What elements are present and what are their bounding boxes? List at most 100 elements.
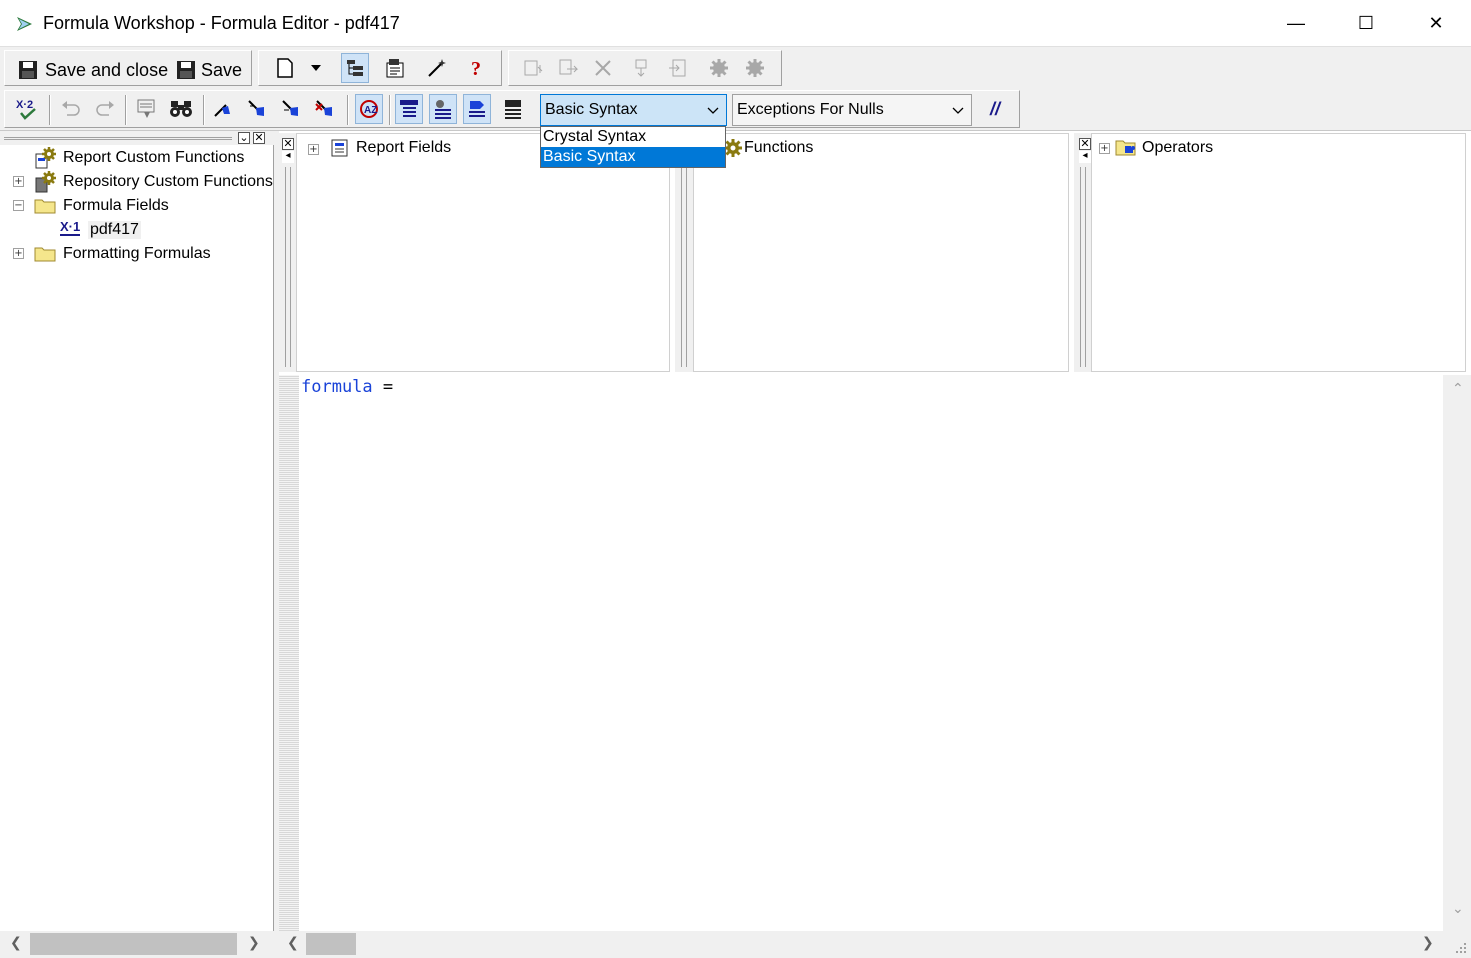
formula-operator: = <box>372 377 394 397</box>
toggle-tree-button[interactable] <box>341 53 369 83</box>
gear-extract-icon <box>746 59 764 77</box>
clear-bookmarks-button[interactable] <box>311 94 339 124</box>
disconnect-button[interactable] <box>664 53 692 83</box>
toggle-functions-tree-button[interactable] <box>429 94 457 124</box>
fields-collapse-button[interactable]: ◂ <box>282 151 294 163</box>
previous-bookmark-button[interactable] <box>277 94 305 124</box>
tree-item-formula-fields[interactable]: − Formula Fields <box>0 194 274 218</box>
tree-item-label: Formatting Formulas <box>63 245 211 262</box>
undo-icon <box>62 101 80 116</box>
custom-function-button[interactable] <box>705 53 733 83</box>
scroll-left-arrow[interactable]: ❮ <box>287 935 299 951</box>
tree-close-button[interactable]: ✕ <box>253 132 265 144</box>
browse-data-icon <box>137 99 155 118</box>
check-button[interactable]: X·2 <box>13 94 41 124</box>
help-button[interactable]: ? <box>463 53 491 83</box>
svg-text:?: ? <box>471 58 481 79</box>
tree-item-label: Formula Fields <box>63 197 169 214</box>
delete-button[interactable] <box>589 53 617 83</box>
expand-toggle[interactable]: + <box>1099 143 1110 154</box>
find-button[interactable] <box>167 94 195 124</box>
minimize-button[interactable]: — <box>1261 0 1331 47</box>
expert-button[interactable] <box>423 53 451 83</box>
properties-icon <box>386 59 404 78</box>
properties-button[interactable] <box>381 53 409 83</box>
syntax-combo[interactable]: Basic Syntax <box>540 94 727 126</box>
extract-function-button[interactable] <box>741 53 769 83</box>
gear-report-icon <box>35 147 56 169</box>
operators-folder-icon <box>1115 140 1136 156</box>
tree-item-repository-custom-functions[interactable]: + Repository Custom Functions <box>0 170 274 194</box>
add-to-repository-button[interactable] <box>629 53 657 83</box>
tree-item-pdf417[interactable]: X·1 pdf417 <box>0 218 274 242</box>
scroll-right-arrow[interactable]: ❯ <box>248 935 260 951</box>
scroll-down-arrow[interactable]: ⌄ <box>1452 901 1464 917</box>
check-formula-icon: X·2 <box>16 99 36 120</box>
report-fields-label[interactable]: Report Fields <box>356 139 451 157</box>
workshop-tree-pane: ⌄ ✕ Report Custom Functions + Repository… <box>0 131 274 958</box>
tree-icon <box>347 60 363 76</box>
new-dropdown-button[interactable] <box>307 53 325 83</box>
toolbar-disabled-group <box>508 50 782 86</box>
separator <box>203 95 205 125</box>
comment-button[interactable]: // <box>981 94 1009 124</box>
scroll-left-arrow[interactable]: ❮ <box>10 935 22 951</box>
fields-close-button[interactable]: ✕ <box>282 138 294 150</box>
formula-text[interactable]: formula = <box>301 377 393 397</box>
scroll-right-arrow[interactable]: ❯ <box>1422 935 1434 951</box>
scroll-thumb[interactable] <box>30 933 237 955</box>
clear-bookmarks-icon <box>315 100 332 116</box>
scroll-up-arrow[interactable]: ⌃ <box>1452 381 1464 397</box>
operators-label[interactable]: Operators <box>1142 139 1213 157</box>
next-bookmark-button[interactable] <box>243 94 271 124</box>
toggle-fields-tree-button[interactable] <box>395 94 423 124</box>
undo-button[interactable] <box>57 94 85 124</box>
syntax-option-crystal[interactable]: Crystal Syntax <box>541 127 725 147</box>
dropdown-arrow-icon <box>311 65 321 71</box>
browse-data-button[interactable] <box>133 94 161 124</box>
functions-browser-strip <box>675 133 693 372</box>
tree-item-formatting-formulas[interactable]: + Formatting Formulas <box>0 242 274 266</box>
new-button[interactable] <box>271 53 299 83</box>
grip-bar <box>1080 167 1086 367</box>
save-button[interactable]: Save <box>201 60 242 81</box>
operators-close-button[interactable]: ✕ <box>1079 138 1091 150</box>
help-icon: ? <box>471 58 481 79</box>
toggle-editor-button[interactable] <box>499 94 527 124</box>
formula-icon: X·1 <box>60 219 81 236</box>
rename-icon <box>524 60 543 76</box>
operators-collapse-button[interactable]: ◂ <box>1079 151 1091 163</box>
repository-remove-icon <box>669 59 686 77</box>
pin-button[interactable]: ⌄ <box>238 132 250 144</box>
redo-button[interactable] <box>91 94 119 124</box>
collapse-toggle[interactable]: − <box>13 200 24 211</box>
fields-browser-strip: ✕ ◂ <box>279 133 297 372</box>
expand-toggle[interactable]: + <box>308 144 319 155</box>
toolbar-new-group: ? <box>258 50 502 86</box>
rename-button[interactable] <box>519 53 547 83</box>
gear-icon <box>710 59 728 77</box>
syntax-option-basic[interactable]: Basic Syntax <box>541 147 725 167</box>
toggle-operators-tree-button[interactable] <box>463 94 491 124</box>
expand-toggle[interactable]: + <box>13 248 24 259</box>
nulls-combo[interactable]: Exceptions For Nulls <box>732 94 972 126</box>
functions-label[interactable]: Functions <box>744 139 813 157</box>
fields-tree-icon <box>400 100 418 117</box>
tree-horizontal-scrollbar[interactable]: ❮ ❯ <box>0 931 274 958</box>
editor-vertical-scrollbar[interactable]: ⌃ ⌄ <box>1443 375 1471 931</box>
tree-item-report-custom-functions[interactable]: Report Custom Functions <box>0 146 274 170</box>
duplicate-button[interactable] <box>554 53 582 83</box>
scroll-thumb[interactable] <box>306 933 356 955</box>
maximize-button[interactable]: ☐ <box>1331 0 1401 47</box>
close-button[interactable]: ✕ <box>1401 0 1471 47</box>
expand-toggle[interactable]: + <box>13 176 24 187</box>
save-close-icon <box>19 61 37 79</box>
editor-horizontal-scrollbar[interactable]: ❮ ❯ <box>279 931 1443 958</box>
size-grip[interactable] <box>1443 931 1471 958</box>
toggle-bookmark-button[interactable] <box>209 94 237 124</box>
formula-editor[interactable]: formula = <box>299 375 1443 931</box>
tree-item-label: Repository Custom Functions <box>63 173 273 190</box>
sort-button[interactable]: AZ <box>355 94 383 124</box>
window-title: Formula Workshop - Formula Editor - pdf4… <box>43 13 400 33</box>
save-and-close-button[interactable]: Save and close <box>45 60 168 81</box>
